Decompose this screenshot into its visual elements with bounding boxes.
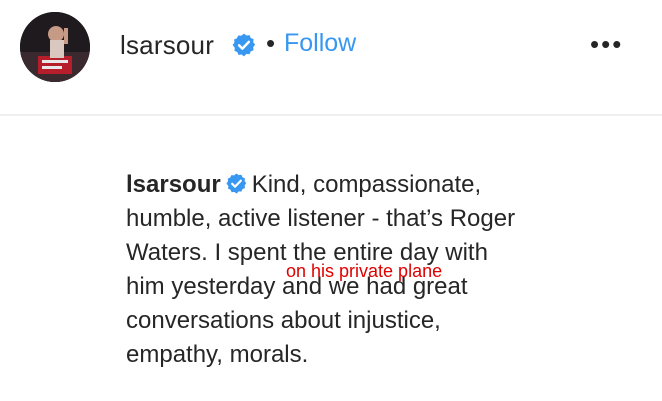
header-separator: • <box>266 28 276 58</box>
overlay-annotation: on his private plane <box>286 261 443 281</box>
caption-line: conversations about injustice, <box>126 307 441 334</box>
caption-line: empathy, morals. <box>126 341 309 368</box>
instagram-post: lsarsour • Follow ••• lsarsour Kind, comp… <box>0 0 662 401</box>
caption-username[interactable]: lsarsour <box>126 171 221 198</box>
verified-badge-icon <box>232 33 256 57</box>
avatar-photo <box>20 12 90 82</box>
caption-line: Kind, compassionate, <box>251 171 482 198</box>
follow-button[interactable]: Follow <box>284 29 356 58</box>
caption-verified-badge-icon <box>226 173 246 194</box>
caption-line: humble, active listener - that’s Roger <box>126 205 516 232</box>
post-header: lsarsour • Follow ••• <box>0 0 662 92</box>
avatar[interactable] <box>20 12 90 82</box>
more-options-icon[interactable]: ••• <box>590 29 623 60</box>
header-divider <box>0 114 662 116</box>
header-username[interactable]: lsarsour <box>120 30 214 61</box>
